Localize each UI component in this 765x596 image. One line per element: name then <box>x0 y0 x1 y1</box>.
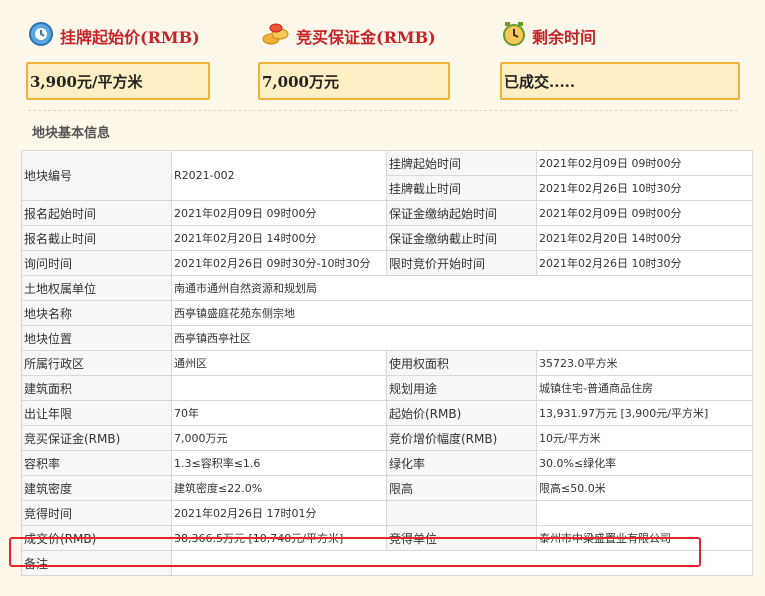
cell-value: 2021年02月09日 09时00分 <box>171 200 387 226</box>
cell-value: 限高≤50.0米 <box>536 475 753 501</box>
cell-value: R2021-002 <box>171 150 387 201</box>
cell-value: 13,931.97万元 [3,900元/平方米] <box>536 400 753 426</box>
cell-value <box>171 550 753 576</box>
cell-key: 起始价(RMB) <box>386 400 537 426</box>
cell-key: 出让年限 <box>21 400 172 426</box>
cell-key: 竞得时间 <box>21 500 172 526</box>
cell-key: 容积率 <box>21 450 172 476</box>
cell-key: 建筑面积 <box>21 375 172 401</box>
remaining-time-heading: 剩余时间 <box>502 22 596 50</box>
cell-value: 30.0%≤绿化率 <box>536 450 753 476</box>
start-price-value: 3,900元/平方米 <box>26 62 210 100</box>
cell-key: 备注 <box>21 550 172 576</box>
table-row: 地块编号 R2021-002 挂牌起始时间 2021年02月09日 09时00分 <box>21 150 753 201</box>
cell-key: 挂牌截止时间 <box>386 175 537 201</box>
deposit-heading: 竞买保证金(RMB) <box>262 22 436 50</box>
cell-key: 保证金缴纳起始时间 <box>386 200 537 226</box>
cell-key: 所属行政区 <box>21 350 172 376</box>
table-row: 地块位置 西亭镇西亭社区 <box>21 325 753 351</box>
table-row-deal: 成交价(RMB) 38,366.5万元 [10,740元/平方米] 竞得单位 泰… <box>21 525 753 551</box>
deposit-value: 7,000万元 <box>258 62 450 100</box>
alarm-clock-icon <box>502 21 526 51</box>
remaining-time-value: 已成交..... <box>500 62 740 100</box>
cell-key: 竞得单位 <box>386 525 537 551</box>
table-row: 备注 <box>21 550 753 576</box>
cell-value: 2021年02月26日 10时30分 <box>536 250 753 276</box>
cell-value: 7,000万元 <box>171 425 387 451</box>
cell-value <box>171 375 387 401</box>
cell-value: 2021年02月09日 09时00分 <box>536 150 753 176</box>
cell-value: 2021年02月09日 09时00分 <box>536 200 753 226</box>
remaining-time-label: 剩余时间 <box>532 28 597 47</box>
bidding-summary-header: 挂牌起始价(RMB) 3,900元/平方米 竞买保证金(RMB) 7,000万元… <box>0 0 765 108</box>
cell-value: 35723.0平方米 <box>536 350 753 376</box>
cell-key: 报名起始时间 <box>21 200 172 226</box>
cell-key: 保证金缴纳截止时间 <box>386 225 537 251</box>
table-row: 报名截止时间 2021年02月20日 14时00分 保证金缴纳截止时间 2021… <box>21 225 753 251</box>
table-row: 报名起始时间 2021年02月09日 09时00分 保证金缴纳起始时间 2021… <box>21 200 753 226</box>
cell-key: 使用权面积 <box>386 350 537 376</box>
cell-key: 挂牌起始时间 <box>386 150 537 176</box>
table-row: 询问时间 2021年02月26日 09时30分-10时30分 限时竞价开始时间 … <box>21 250 753 276</box>
cell-key: 地块名称 <box>21 300 172 326</box>
cell-key <box>386 500 537 526</box>
cell-value <box>536 500 753 526</box>
table-row: 竞得时间 2021年02月26日 17时01分 <box>21 500 753 526</box>
cell-value: 2021年02月20日 14时00分 <box>536 225 753 251</box>
cell-value: 西亭镇盛庭花苑东侧宗地 <box>171 300 753 326</box>
cell-key: 竞买保证金(RMB) <box>21 425 172 451</box>
cell-key: 土地权属单位 <box>21 275 172 301</box>
table-row: 土地权属单位 南通市通州自然资源和规划局 <box>21 275 753 301</box>
cell-key: 地块编号 <box>21 150 172 201</box>
cell-value: 1.3≤容积率≤1.6 <box>171 450 387 476</box>
table-row: 建筑面积 规划用途 城镇住宅-普通商品住房 <box>21 375 753 401</box>
cell-value: 泰州市中梁盛置业有限公司 <box>536 525 753 551</box>
table-row: 地块名称 西亭镇盛庭花苑东侧宗地 <box>21 300 753 326</box>
cell-value: 通州区 <box>171 350 387 376</box>
table-row: 所属行政区 通州区 使用权面积 35723.0平方米 <box>21 350 753 376</box>
start-price-label: 挂牌起始价(RMB) <box>60 28 200 47</box>
cell-key: 竞价增价幅度(RMB) <box>386 425 537 451</box>
cell-value: 南通市通州自然资源和规划局 <box>171 275 753 301</box>
cell-key: 报名截止时间 <box>21 225 172 251</box>
land-info-table: 地块编号 R2021-002 挂牌起始时间 2021年02月09日 09时00分… <box>21 150 753 576</box>
cell-key: 地块位置 <box>21 325 172 351</box>
cell-key: 成交价(RMB) <box>21 525 172 551</box>
cell-value: 2021年02月26日 17时01分 <box>171 500 387 526</box>
cell-value: 建筑密度≤22.0% <box>171 475 387 501</box>
cell-value: 2021年02月26日 09时30分-10时30分 <box>171 250 387 276</box>
price-tag-icon <box>28 21 54 51</box>
cell-key: 限时竞价开始时间 <box>386 250 537 276</box>
table-row: 竞买保证金(RMB) 7,000万元 竞价增价幅度(RMB) 10元/平方米 <box>21 425 753 451</box>
cell-key: 绿化率 <box>386 450 537 476</box>
cell-value: 38,366.5万元 [10,740元/平方米] <box>171 525 387 551</box>
cell-value: 西亭镇西亭社区 <box>171 325 753 351</box>
cell-value: 70年 <box>171 400 387 426</box>
cell-key: 询问时间 <box>21 250 172 276</box>
table-row: 出让年限 70年 起始价(RMB) 13,931.97万元 [3,900元/平方… <box>21 400 753 426</box>
cell-key: 规划用途 <box>386 375 537 401</box>
cell-value: 2021年02月26日 10时30分 <box>536 175 753 201</box>
start-price-heading: 挂牌起始价(RMB) <box>28 22 200 50</box>
divider <box>28 110 738 111</box>
deposit-label: 竞买保证金(RMB) <box>296 28 436 47</box>
coins-icon <box>262 21 290 51</box>
table-row: 建筑密度 建筑密度≤22.0% 限高 限高≤50.0米 <box>21 475 753 501</box>
cell-value: 2021年02月20日 14时00分 <box>171 225 387 251</box>
table-row: 容积率 1.3≤容积率≤1.6 绿化率 30.0%≤绿化率 <box>21 450 753 476</box>
cell-key: 建筑密度 <box>21 475 172 501</box>
cell-key: 限高 <box>386 475 537 501</box>
cell-value: 城镇住宅-普通商品住房 <box>536 375 753 401</box>
section-title: 地块基本信息 <box>32 126 111 141</box>
cell-value: 10元/平方米 <box>536 425 753 451</box>
